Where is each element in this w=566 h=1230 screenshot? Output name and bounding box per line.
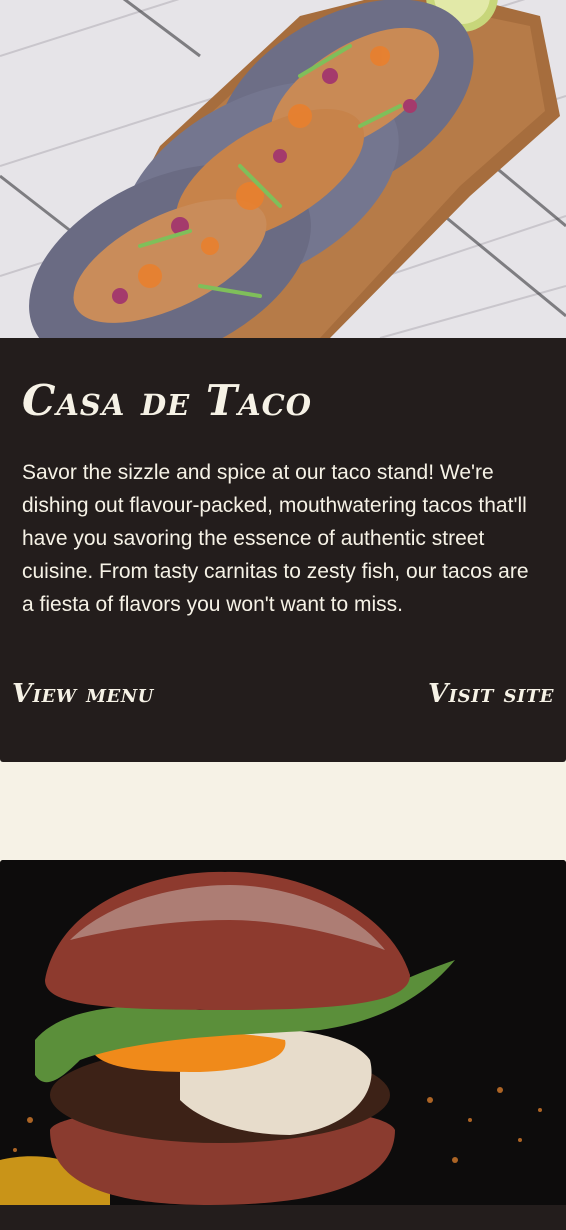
card-actions: View menu Visit site: [0, 621, 566, 709]
restaurant-description: Savor the sizzle and spice at our taco s…: [22, 461, 529, 616]
restaurant-title: Casa de Taco: [22, 376, 312, 425]
visit-site-link[interactable]: Visit site: [428, 679, 554, 709]
restaurant-card-burger: [0, 860, 566, 1230]
burger-photo-graphic: [0, 860, 566, 1205]
taco-photo: [0, 0, 566, 338]
taco-photo-graphic: [0, 0, 566, 338]
restaurant-list-page: Casa de Taco Savor the sizzle and spice …: [0, 0, 566, 1230]
card-body: Casa de Taco Savor the sizzle and spice …: [0, 338, 566, 621]
view-menu-link[interactable]: View menu: [12, 679, 154, 709]
burger-photo: [0, 860, 566, 1205]
restaurant-card-casa-de-taco: Casa de Taco Savor the sizzle and spice …: [0, 0, 566, 762]
